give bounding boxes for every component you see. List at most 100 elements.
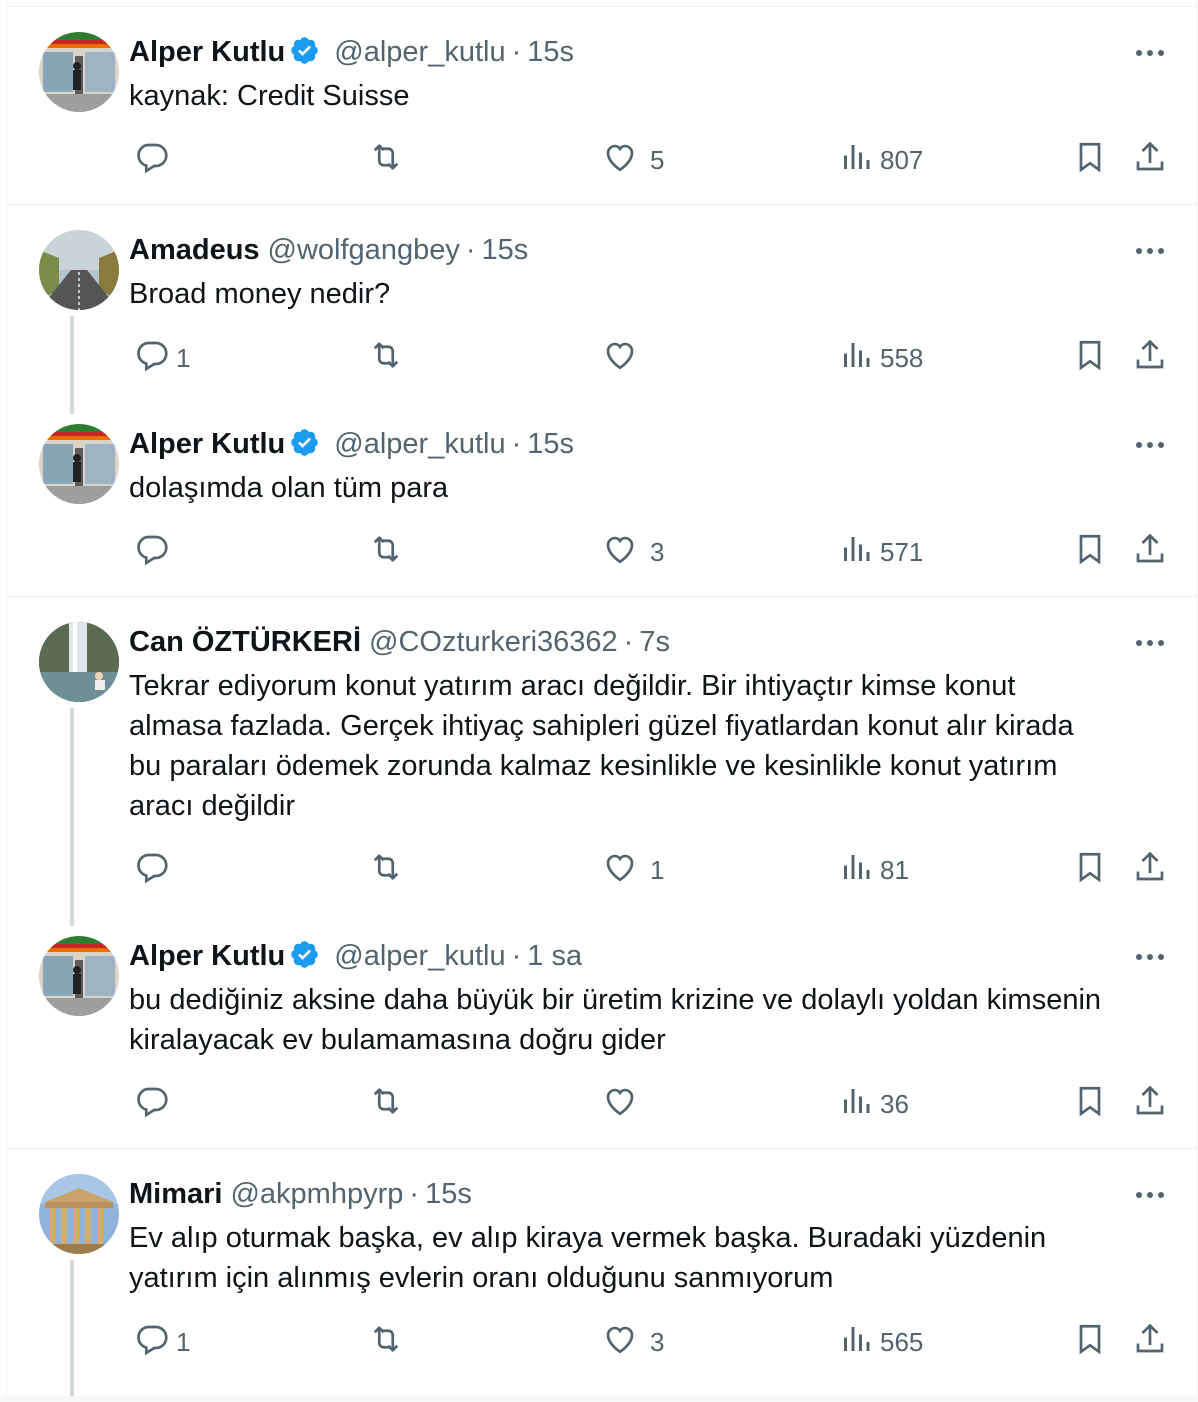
reply-button[interactable] xyxy=(134,532,182,572)
like-button[interactable] xyxy=(602,1084,650,1124)
display-name[interactable]: Can ÖZTÜRKERİ xyxy=(129,626,361,658)
share-button[interactable] xyxy=(1132,140,1168,180)
timestamp[interactable]: 15s xyxy=(425,1178,472,1210)
avatar[interactable] xyxy=(39,622,119,702)
views-icon xyxy=(838,337,874,380)
display-name[interactable]: Alper Kutlu xyxy=(129,36,285,68)
retweet-button[interactable] xyxy=(368,1084,404,1124)
reply-button[interactable] xyxy=(134,850,182,890)
like-icon xyxy=(602,139,638,182)
avatar[interactable] xyxy=(39,424,119,504)
handle[interactable]: @COzturkeri36362 xyxy=(369,626,618,658)
tweet-header: Amadeus @wolfgangbey · 15s xyxy=(129,232,1138,268)
more-icon[interactable] xyxy=(1130,38,1170,68)
views-button[interactable]: 36 xyxy=(838,1084,909,1124)
bookmark-icon xyxy=(1072,849,1108,892)
retweet-icon xyxy=(368,139,404,182)
share-button[interactable] xyxy=(1132,850,1168,890)
like-button[interactable]: 3 xyxy=(602,532,664,572)
tweet-header: Alper Kutlu @alper_kutlu · 1 sa xyxy=(129,938,1138,974)
handle[interactable]: @wolfgangbey xyxy=(268,234,460,266)
reply-button[interactable] xyxy=(134,1084,182,1124)
timestamp[interactable]: 15s xyxy=(527,36,574,68)
share-icon xyxy=(1132,337,1168,380)
like-icon xyxy=(602,337,638,380)
bookmark-button[interactable] xyxy=(1072,1084,1108,1124)
bookmark-button[interactable] xyxy=(1072,1322,1108,1362)
bookmark-button[interactable] xyxy=(1072,850,1108,890)
retweet-button[interactable] xyxy=(368,1322,404,1362)
more-icon[interactable] xyxy=(1130,942,1170,972)
avatar[interactable] xyxy=(39,936,119,1016)
timestamp[interactable]: 15s xyxy=(482,234,529,266)
timestamp[interactable]: 15s xyxy=(527,428,574,460)
handle[interactable]: @alper_kutlu xyxy=(334,940,505,972)
share-button[interactable] xyxy=(1132,532,1168,572)
tweet-header: Can ÖZTÜRKERİ @COzturkeri36362 · 7s xyxy=(129,624,1138,660)
like-button[interactable]: 1 xyxy=(602,850,664,890)
more-icon[interactable] xyxy=(1130,430,1170,460)
views-button[interactable]: 807 xyxy=(838,140,923,180)
handle[interactable]: @alper_kutlu xyxy=(334,36,505,68)
tweet-header: Alper Kutlu @alper_kutlu · 15s xyxy=(129,426,1138,462)
views-icon xyxy=(838,1321,874,1364)
avatar[interactable] xyxy=(39,32,119,112)
tweet-text-line: bu paraları ödemek zorunda kalmaz kesinl… xyxy=(129,750,1058,782)
retweet-button[interactable] xyxy=(368,850,404,890)
avatar[interactable] xyxy=(39,1174,119,1254)
tweet-text: Tekrar ediyorum konut yatırım aracı deği… xyxy=(129,666,1169,826)
share-button[interactable] xyxy=(1132,1322,1168,1362)
bookmark-button[interactable] xyxy=(1072,532,1108,572)
reply-icon xyxy=(134,849,170,892)
timestamp[interactable]: 7s xyxy=(639,626,670,658)
timeline-left-border xyxy=(6,0,7,1402)
bookmark-button[interactable] xyxy=(1072,140,1108,180)
handle[interactable]: @akpmhpyrp xyxy=(230,1178,403,1210)
dot-separator: · xyxy=(511,36,522,68)
view-count: 36 xyxy=(880,1088,909,1119)
timestamp[interactable]: 1 sa xyxy=(527,940,582,972)
dot-separator: · xyxy=(511,428,522,460)
reply-icon xyxy=(134,531,170,574)
share-button[interactable] xyxy=(1132,1084,1168,1124)
views-icon xyxy=(838,139,874,182)
views-button[interactable]: 565 xyxy=(838,1322,923,1362)
display-name[interactable]: Alper Kutlu xyxy=(129,428,285,460)
display-name[interactable]: Alper Kutlu xyxy=(129,940,285,972)
like-icon xyxy=(602,531,638,574)
retweet-button[interactable] xyxy=(368,532,404,572)
retweet-button[interactable] xyxy=(368,338,404,378)
view-count: 571 xyxy=(880,536,924,567)
views-button[interactable]: 558 xyxy=(838,338,923,378)
tweet-header: Alper Kutlu @alper_kutlu · 15s xyxy=(129,34,1138,70)
more-icon[interactable] xyxy=(1130,1180,1170,1210)
like-button[interactable] xyxy=(602,338,650,378)
reply-button[interactable]: 1 xyxy=(134,338,190,378)
reply-button[interactable] xyxy=(134,140,182,180)
retweet-button[interactable] xyxy=(368,140,404,180)
handle[interactable]: @alper_kutlu xyxy=(334,428,505,460)
display-name[interactable]: Amadeus xyxy=(129,234,260,266)
like-button[interactable]: 5 xyxy=(602,140,664,180)
like-count: 1 xyxy=(650,854,665,885)
like-button[interactable]: 3 xyxy=(602,1322,664,1362)
avatar[interactable] xyxy=(39,230,119,310)
like-count: 3 xyxy=(650,1326,665,1357)
like-icon xyxy=(602,1321,638,1364)
reply-count: 1 xyxy=(176,342,191,373)
share-button[interactable] xyxy=(1132,338,1168,378)
bookmark-icon xyxy=(1072,531,1108,574)
more-icon[interactable] xyxy=(1130,236,1170,266)
bookmark-button[interactable] xyxy=(1072,338,1108,378)
views-button[interactable]: 571 xyxy=(838,532,923,572)
thread-line xyxy=(70,1260,74,1402)
verified-badge-icon xyxy=(289,427,320,458)
reply-button[interactable]: 1 xyxy=(134,1322,190,1362)
view-count: 81 xyxy=(880,854,909,885)
more-icon[interactable] xyxy=(1130,628,1170,658)
views-button[interactable]: 81 xyxy=(838,850,909,890)
bookmark-icon xyxy=(1072,1321,1108,1364)
tweet-text-line: yatırım için alınmış evlerin oranı olduğ… xyxy=(129,1262,834,1294)
display-name[interactable]: Mimari xyxy=(129,1178,222,1210)
thread-line xyxy=(70,316,74,414)
